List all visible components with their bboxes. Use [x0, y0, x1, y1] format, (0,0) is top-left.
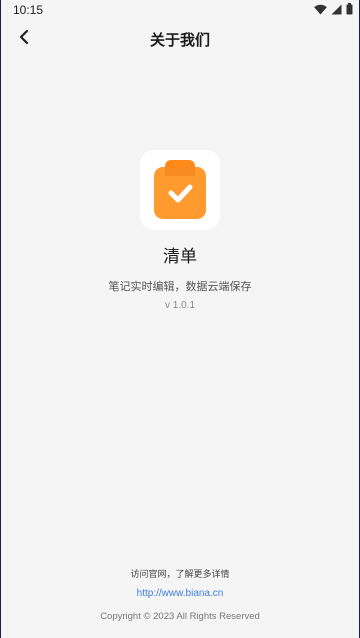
status-bar: 10:15	[1, 0, 359, 20]
about-screen: 10:15 关于我们 清单 笔记实时编辑，数据云端保存 v 1.0.1 访问官网…	[1, 0, 359, 638]
app-logo	[140, 150, 220, 230]
cellular-icon	[331, 4, 342, 15]
status-icons	[314, 3, 353, 15]
page-title: 关于我们	[149, 31, 210, 49]
app-description: 笔记实时编辑，数据云端保存	[108, 280, 252, 293]
wifi-icon	[314, 4, 327, 15]
app-version: v 1.0.1	[164, 300, 196, 311]
copyright-text: Copyright © 2023 All Rights Reserved	[100, 611, 260, 622]
status-time: 10:15	[13, 3, 44, 17]
app-name: 清单	[163, 247, 197, 267]
battery-icon	[346, 3, 353, 15]
website-link[interactable]: http://www.biana.cn	[1, 588, 359, 599]
app-bar: 关于我们	[1, 20, 359, 58]
footer-hint: 访问官网，了解更多详情	[130, 570, 230, 580]
